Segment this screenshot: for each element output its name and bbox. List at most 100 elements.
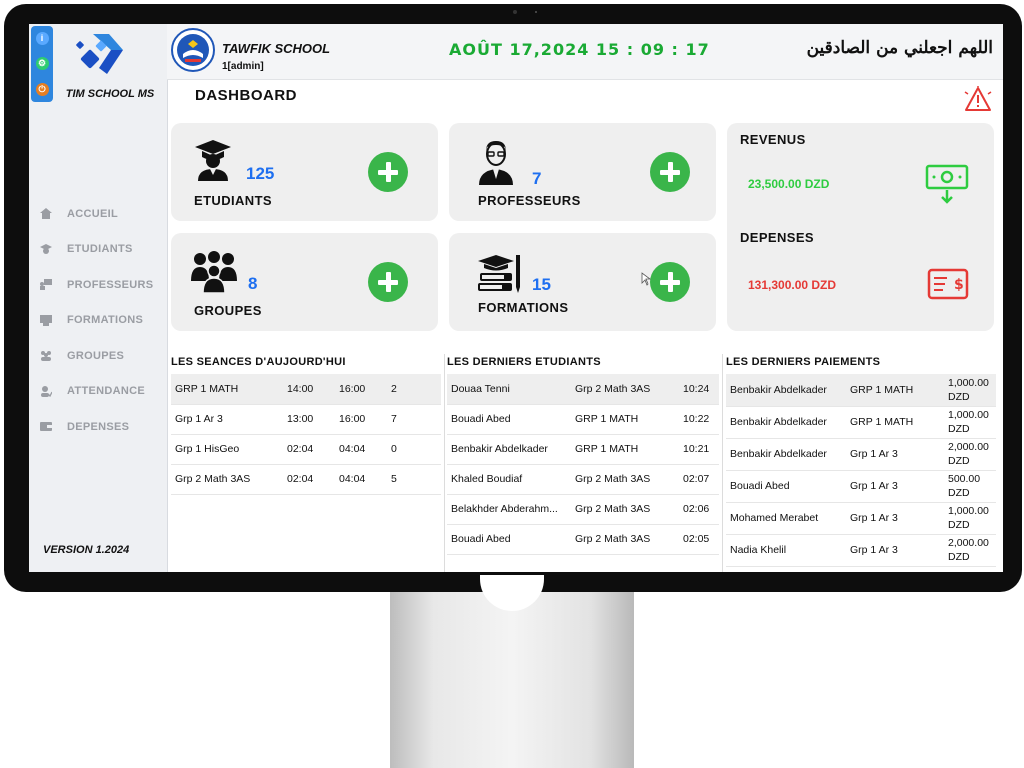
formation-icon xyxy=(39,314,53,326)
students-label: ETUDIANTS xyxy=(194,193,272,208)
payment-name: Mohamed Merabet xyxy=(726,502,846,535)
sidebar-nav: ACCUEIL ETUDIANTS PROFESSEURS FORMATIONS… xyxy=(39,196,163,445)
table-row[interactable]: GRP 1 MATH 14:00 16:00 2 xyxy=(171,374,441,405)
formations-card: 15 FORMATIONS xyxy=(449,233,716,331)
students-card: 125 ETUDIANTS xyxy=(171,123,438,221)
payment-currency: DZD xyxy=(948,519,970,531)
students-count: 125 xyxy=(246,164,275,183)
add-teacher-button[interactable] xyxy=(650,152,690,192)
formations-label: FORMATIONS xyxy=(478,300,569,315)
sidebar-item-accueil[interactable]: ACCUEIL xyxy=(39,196,163,232)
page-title: DASHBOARD xyxy=(195,87,297,104)
alert-icon[interactable] xyxy=(964,86,992,112)
info-icon[interactable]: i xyxy=(35,32,49,46)
groups-icon xyxy=(39,350,53,362)
expenses-value: 131,300.00 DZD xyxy=(748,278,837,292)
groups-label: GROUPES xyxy=(194,303,262,318)
payment-amount: 2,000.00 DZD xyxy=(944,438,996,471)
payment-group: GRP 1 MATH xyxy=(846,406,944,439)
table-row[interactable]: Belakhder Abderahm... Grp 2 Math 3AS 02:… xyxy=(447,494,719,525)
payment-currency: DZD xyxy=(948,423,970,435)
table-row[interactable]: Benbakir Abdelkader GRP 1 MATH 10:21 xyxy=(447,434,719,465)
mouse-cursor xyxy=(641,272,651,286)
payment-value: 500.00 xyxy=(948,473,981,485)
payment-amount: 1,000.00 DZD xyxy=(944,406,996,439)
latest-payments-table: Benbakir Abdelkader GRP 1 MATH 1,000.00 D… xyxy=(726,374,996,567)
school-logo xyxy=(171,28,215,72)
table-row[interactable]: Benbakir Abdelkader Grp 1 Ar 3 2,000.00 D… xyxy=(726,438,996,471)
add-student-button[interactable] xyxy=(368,152,408,192)
sidebar-item-groupes[interactable]: GROUPES xyxy=(39,338,163,374)
table-row[interactable]: Khaled Boudiaf Grp 2 Math 3AS 02:07 xyxy=(447,464,719,495)
table-row[interactable]: Grp 1 HisGeo 02:04 04:04 0 xyxy=(171,434,441,465)
student-group: Grp 2 Math 3AS xyxy=(571,494,679,525)
add-formation-button[interactable] xyxy=(650,262,690,302)
table-row[interactable]: Grp 2 Math 3AS 02:04 04:04 5 xyxy=(171,464,441,495)
payment-group: GRP 1 MATH xyxy=(846,374,944,407)
current-datetime: AOÛT 17,2024 15 : 09 : 17 xyxy=(449,40,710,59)
teachers-card: 7 PROFESSEURS xyxy=(449,123,716,221)
school-name: TAWFIK SCHOOL xyxy=(222,41,331,56)
student-name: Benbakir Abdelkader xyxy=(447,434,571,465)
payment-currency: DZD xyxy=(948,487,970,499)
table-row[interactable]: Grp 1 Ar 3 13:00 16:00 7 xyxy=(171,404,441,435)
table-row[interactable]: Benbakir Abdelkader GRP 1 MATH 1,000.00 D… xyxy=(726,406,996,439)
session-end: 04:04 xyxy=(335,434,387,465)
payment-amount: 500.00 DZD xyxy=(944,470,996,503)
power-icon[interactable]: ⏻ xyxy=(35,82,49,96)
column-divider xyxy=(444,354,445,572)
groups-icon xyxy=(191,251,237,293)
latest-payments-title: LES DERNIERS PAIEMENTS xyxy=(726,356,881,368)
table-row[interactable]: Benbakir Abdelkader GRP 1 MATH 1,000.00 D… xyxy=(726,374,996,407)
books-icon xyxy=(478,255,520,293)
table-row[interactable]: Bouadi Abed Grp 2 Math 3AS 02:05 xyxy=(447,524,719,555)
payment-amount: 2,000.00 DZD xyxy=(944,534,996,567)
app-logo xyxy=(76,34,123,74)
svg-text:$: $ xyxy=(954,277,964,293)
session-group: GRP 1 MATH xyxy=(171,374,283,405)
payment-group: Grp 1 Ar 3 xyxy=(846,534,944,567)
column-divider xyxy=(722,354,723,572)
student-group: Grp 2 Math 3AS xyxy=(571,524,679,555)
student-time: 02:05 xyxy=(679,524,719,555)
table-row[interactable]: Nadia Khelil Grp 1 Ar 3 2,000.00 DZD xyxy=(726,534,996,567)
add-group-button[interactable] xyxy=(368,262,408,302)
attendance-icon xyxy=(39,385,53,397)
table-row[interactable]: Bouadi Abed GRP 1 MATH 10:22 xyxy=(447,404,719,435)
student-name: Bouadi Abed xyxy=(447,404,571,435)
session-start: 02:04 xyxy=(283,464,335,495)
groups-card: 8 GROUPES xyxy=(171,233,438,331)
home-icon xyxy=(39,208,53,220)
current-user: 1[admin] xyxy=(222,61,264,72)
sidebar-item-depenses[interactable]: DEPENSES xyxy=(39,409,163,445)
teachers-count: 7 xyxy=(532,169,542,188)
session-start: 13:00 xyxy=(283,404,335,435)
latest-students-title: LES DERNIERS ETUDIANTS xyxy=(447,356,601,368)
groups-count: 8 xyxy=(248,274,258,293)
payment-name: Bouadi Abed xyxy=(726,470,846,503)
payment-currency: DZD xyxy=(948,455,970,467)
revenue-value: 23,500.00 DZD xyxy=(748,177,830,191)
session-group: Grp 2 Math 3AS xyxy=(171,464,283,495)
sidebar-item-label: GROUPES xyxy=(67,349,125,362)
expense-bill-icon: $ xyxy=(927,268,969,300)
app-brand: TIM SCHOOL MS xyxy=(65,88,155,100)
table-row[interactable]: Mohamed Merabet Grp 1 Ar 3 1,000.00 DZD xyxy=(726,502,996,535)
payment-amount: 1,000.00 DZD xyxy=(944,502,996,535)
payment-name: Benbakir Abdelkader xyxy=(726,438,846,471)
payment-group: Grp 1 Ar 3 xyxy=(846,438,944,471)
payment-name: Benbakir Abdelkader xyxy=(726,406,846,439)
sidebar-item-formations[interactable]: FORMATIONS xyxy=(39,303,163,339)
sidebar-item-etudiants[interactable]: ETUDIANTS xyxy=(39,232,163,268)
payment-name: Nadia Khelil xyxy=(726,534,846,567)
payment-value: 1,000.00 xyxy=(948,409,989,421)
table-row[interactable]: Bouadi Abed Grp 1 Ar 3 500.00 DZD xyxy=(726,470,996,503)
latest-students-table: Douaa Tenni Grp 2 Math 3AS 10:24 Bouadi … xyxy=(447,374,719,555)
settings-icon[interactable]: ⚙ xyxy=(35,57,49,71)
sessions-table: GRP 1 MATH 14:00 16:00 2 Grp 1 Ar 3 13:0… xyxy=(171,374,441,495)
teachers-label: PROFESSEURS xyxy=(478,193,581,208)
sidebar-item-attendance[interactable]: ATTENDANCE xyxy=(39,374,163,410)
session-group: Grp 1 HisGeo xyxy=(171,434,283,465)
sidebar-item-professeurs[interactable]: PROFESSEURS xyxy=(39,267,163,303)
table-row[interactable]: Douaa Tenni Grp 2 Math 3AS 10:24 xyxy=(447,374,719,405)
